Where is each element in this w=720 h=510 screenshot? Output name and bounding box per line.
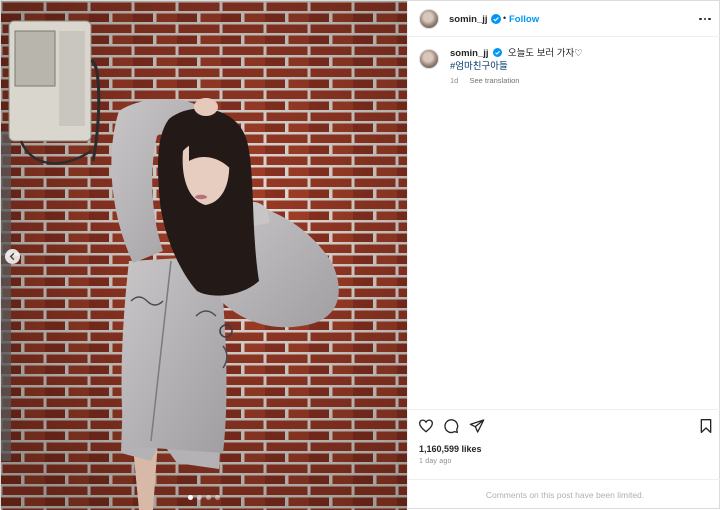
post-side-panel: somin_jj • Follow somin_jj 오늘도 보러 가자♡ #엄…	[407, 1, 720, 510]
see-translation-link[interactable]: See translation	[469, 76, 519, 85]
bookmark-icon[interactable]	[698, 418, 714, 434]
paper-plane-icon[interactable]	[469, 418, 485, 434]
verified-badge-icon	[493, 47, 503, 57]
caption-text-block: somin_jj 오늘도 보러 가자♡ #엄마친구아들	[450, 47, 710, 74]
carousel-dot	[188, 495, 193, 500]
post-actions	[408, 409, 720, 443]
likes-count[interactable]: 1,160,599 likes	[419, 444, 482, 454]
header-username[interactable]: somin_jj	[449, 14, 488, 25]
heart-icon[interactable]	[418, 418, 434, 434]
carousel-dot	[197, 495, 202, 500]
carousel-prev-button[interactable]	[5, 249, 20, 264]
caption-avatar[interactable]	[419, 49, 439, 69]
instagram-post: somin_jj • Follow somin_jj 오늘도 보러 가자♡ #엄…	[0, 0, 720, 510]
comments-limited-notice: Comments on this post have been limited.	[408, 479, 720, 510]
caption-age: 1d	[450, 76, 459, 85]
photo-scene	[1, 1, 407, 510]
caption-text: 오늘도 보러 가자♡	[507, 48, 583, 59]
caption-hashtag[interactable]: #엄마친구아들	[450, 61, 710, 74]
chevron-left-icon	[9, 252, 15, 261]
post-photo[interactable]	[1, 1, 407, 510]
follow-button[interactable]: Follow	[509, 14, 539, 25]
carousel-dot	[215, 495, 220, 500]
header-separator: •	[503, 13, 507, 23]
comment-icon[interactable]	[443, 418, 459, 434]
avatar[interactable]	[419, 9, 439, 29]
post-header: somin_jj • Follow	[408, 1, 720, 37]
post-timestamp[interactable]: 1 day ago	[419, 458, 452, 465]
carousel-indicator	[1, 495, 407, 500]
caption-username[interactable]: somin_jj	[450, 48, 489, 59]
caption-meta: 1d See translation	[450, 76, 528, 85]
verified-badge-icon	[491, 13, 501, 24]
carousel-dot	[206, 495, 211, 500]
more-options-icon[interactable]	[699, 13, 713, 25]
